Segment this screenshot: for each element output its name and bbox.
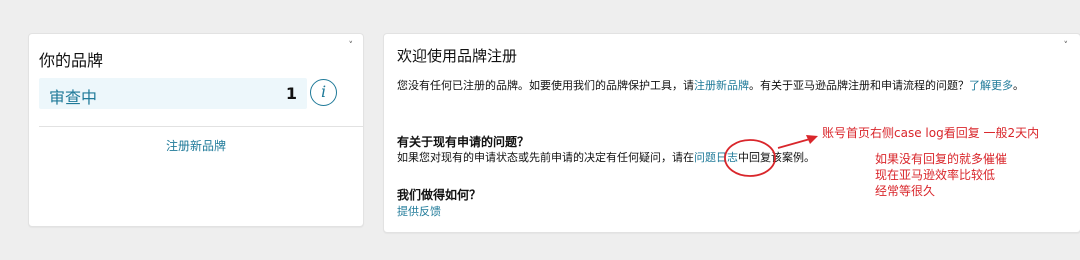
annotation-side-note-line: 现在亚马逊效率比较低 — [875, 168, 996, 182]
annotation-arrow-line — [777, 138, 811, 149]
annotation-side-note-line: 如果没有回复的就多催催 — [875, 152, 1008, 166]
annotation-side-note: 如果没有回复的就多催催 现在亚马逊效率比较低 经常等很久 — [875, 151, 1007, 199]
annotation-case-log-note: 账号首页右侧case log看回复 一般2天内 — [822, 126, 1040, 140]
highlight-circle — [724, 139, 776, 177]
annotation-side-note-line: 经常等很久 — [875, 184, 936, 198]
